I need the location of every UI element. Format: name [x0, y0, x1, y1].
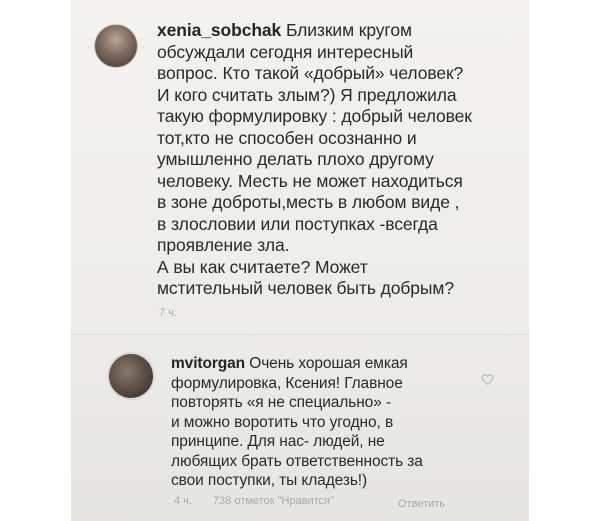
- caption-text: xenia_sobchak Близким кругом обсуждали с…: [157, 20, 497, 300]
- caption-line: человеку. Месть не может находиться: [157, 170, 463, 191]
- comment-meta: 4 ч. 738 отметок "Нравится": [174, 495, 352, 507]
- comment-line: Очень хорошая емкая: [249, 355, 408, 372]
- caption-line: мстительный человек быть добрым?: [157, 278, 454, 298]
- comment-timestamp: 4 ч.: [174, 495, 192, 507]
- post-timestamp: 7 ч.: [159, 307, 177, 319]
- comment-line: повторять «я не специально» -: [171, 394, 391, 411]
- caption-line: Близким кругом: [285, 20, 412, 40]
- comment-username[interactable]: mvitorgan: [171, 355, 245, 372]
- caption-line: тот,кто не способен осознанно и: [157, 127, 417, 148]
- likes-count[interactable]: 738 отметок "Нравится": [213, 495, 334, 507]
- caption-line: проявление зла.: [157, 235, 290, 255]
- screenshot-photo: xenia_sobchak Близким кругом обсуждали с…: [71, 0, 529, 521]
- comment-text: mvitorgan Очень хорошая емкая формулиров…: [171, 354, 471, 491]
- caption-line: И кого считать злым?) Я предложила: [157, 84, 457, 105]
- comment-line: любящих брать ответственность за: [171, 452, 423, 470]
- comment-line: свои поступки, ты кладезь!): [171, 472, 368, 489]
- caption-line: в зоне доброты,месть в любом виде ,: [157, 192, 460, 212]
- post-username[interactable]: xenia_sobchak: [157, 20, 281, 40]
- caption-line: умышленно делать плохо другому: [157, 149, 434, 169]
- caption-line: обсуждали сегодня интересный: [157, 41, 414, 62]
- caption-line: А вы как считаете? Может: [157, 256, 368, 277]
- caption-line: такую формулировку : добрый человек: [157, 106, 472, 126]
- comment-line: и можно воротить что угодно, в: [171, 413, 394, 431]
- divider: [71, 334, 529, 335]
- comment-line: формулировка, Ксения! Главное: [171, 374, 403, 392]
- reply-button[interactable]: Ответить: [398, 498, 448, 510]
- commenter-avatar[interactable]: [107, 352, 155, 400]
- heart-icon[interactable]: [481, 372, 495, 386]
- caption-line: вопрос. Кто такой «добрый» человек?: [157, 63, 464, 83]
- caption-line: в злословии или поступках -всегда: [157, 213, 438, 234]
- avatar[interactable]: [94, 24, 138, 68]
- comment-line: принципе. Для нас- людей, не: [171, 433, 385, 450]
